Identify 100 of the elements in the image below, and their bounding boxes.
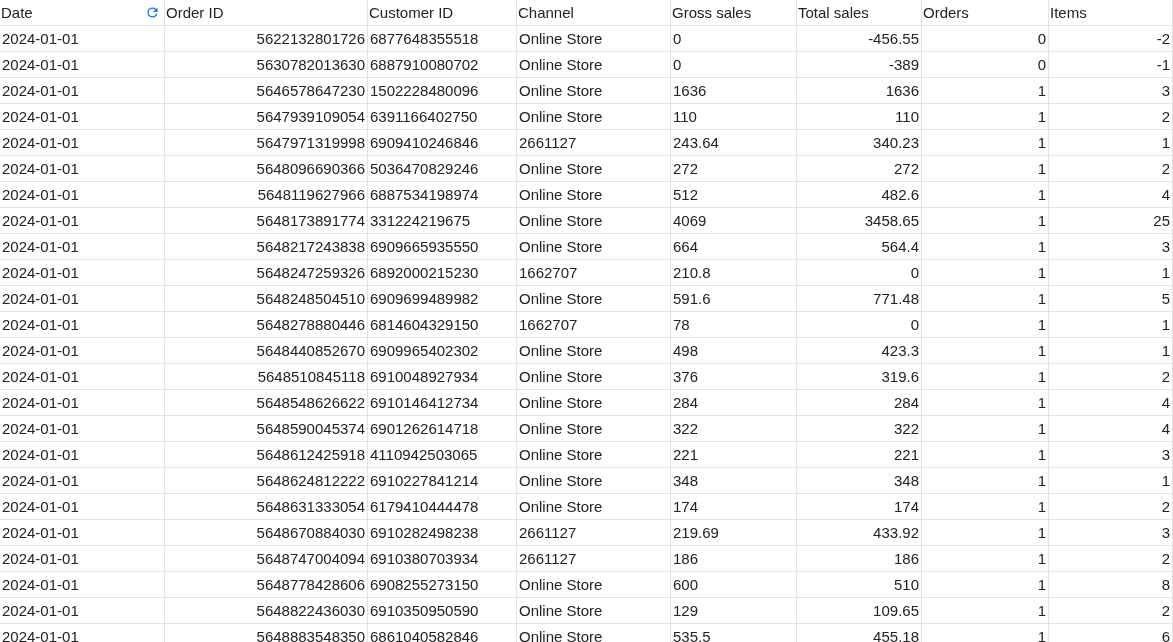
table-cell: Online Store <box>517 156 671 182</box>
table-cell: 564.4 <box>797 234 922 260</box>
table-cell: 6908255273150 <box>368 572 517 598</box>
table-cell: 5648883548350 <box>165 624 368 642</box>
table-cell: 2024-01-01 <box>0 598 165 624</box>
table-cell: 6909665935550 <box>368 234 517 260</box>
table-cell: -1 <box>1049 52 1173 78</box>
table-cell: 3458.65 <box>797 208 922 234</box>
table-cell: 5648096690366 <box>165 156 368 182</box>
table-cell: 1 <box>922 338 1049 364</box>
table-cell: 2661127 <box>517 130 671 156</box>
table-cell: 2 <box>1049 104 1173 130</box>
table-cell: 512 <box>671 182 797 208</box>
table-cell: 110 <box>671 104 797 130</box>
table-cell: 2024-01-01 <box>0 182 165 208</box>
table-cell: 78 <box>671 312 797 338</box>
table-cell: 2024-01-01 <box>0 156 165 182</box>
table-cell: Online Store <box>517 572 671 598</box>
table-cell: 6861040582846 <box>368 624 517 642</box>
table-cell: 6391166402750 <box>368 104 517 130</box>
table-cell: 6887534198974 <box>368 182 517 208</box>
table-cell: 6910146412734 <box>368 390 517 416</box>
table-cell: 4069 <box>671 208 797 234</box>
table-cell: 5648248504510 <box>165 286 368 312</box>
table-cell: 219.69 <box>671 520 797 546</box>
table-cell: 2024-01-01 <box>0 338 165 364</box>
table-cell: 5648510845118 <box>165 364 368 390</box>
table-cell: 5647939109054 <box>165 104 368 130</box>
table-cell: 535.5 <box>671 624 797 642</box>
table-cell: 1 <box>922 546 1049 572</box>
table-cell: 591.6 <box>671 286 797 312</box>
table-cell: 331224219675 <box>368 208 517 234</box>
table-cell: 5648440852670 <box>165 338 368 364</box>
table-cell: 1 <box>922 182 1049 208</box>
table-cell: 110 <box>797 104 922 130</box>
table-cell: 5648548626622 <box>165 390 368 416</box>
table-cell: 5648247259326 <box>165 260 368 286</box>
table-cell: 2024-01-01 <box>0 624 165 642</box>
table-cell: 0 <box>671 52 797 78</box>
table-cell: 1 <box>922 312 1049 338</box>
table-cell: 2024-01-01 <box>0 130 165 156</box>
table-cell: 8 <box>1049 572 1173 598</box>
table-cell: 1 <box>922 104 1049 130</box>
table-cell: 6901262614718 <box>368 416 517 442</box>
table-cell: 2024-01-01 <box>0 416 165 442</box>
table-cell: 5648631333054 <box>165 494 368 520</box>
table-cell: Online Store <box>517 390 671 416</box>
table-cell: 1662707 <box>517 260 671 286</box>
table-cell: Online Store <box>517 208 671 234</box>
table-cell: 5648217243838 <box>165 234 368 260</box>
table-cell: 2 <box>1049 546 1173 572</box>
table-cell: Online Store <box>517 338 671 364</box>
table-cell: 6909965402302 <box>368 338 517 364</box>
refresh-icon[interactable] <box>145 5 160 20</box>
table-cell: 186 <box>671 546 797 572</box>
column-header: Orders <box>923 4 969 21</box>
table-cell: 5648119627966 <box>165 182 368 208</box>
table-cell: -456.55 <box>797 26 922 52</box>
table-cell: Online Store <box>517 416 671 442</box>
table-cell: 210.8 <box>671 260 797 286</box>
table-cell: 5648612425918 <box>165 442 368 468</box>
table-cell: Online Store <box>517 494 671 520</box>
table-cell: 0 <box>922 26 1049 52</box>
table-cell: 2024-01-01 <box>0 572 165 598</box>
table-cell: 5646578647230 <box>165 78 368 104</box>
table-cell: -389 <box>797 52 922 78</box>
table-cell: 1 <box>922 130 1049 156</box>
table-cell: 348 <box>671 468 797 494</box>
table-cell: 1 <box>1049 130 1173 156</box>
table-cell: 510 <box>797 572 922 598</box>
table-cell: 6910227841214 <box>368 468 517 494</box>
table-cell: 319.6 <box>797 364 922 390</box>
table-cell: 0 <box>797 260 922 286</box>
table-cell: 221 <box>671 442 797 468</box>
table-cell: 6910350950590 <box>368 598 517 624</box>
table-cell: 1 <box>922 208 1049 234</box>
table-cell: 6909410246846 <box>368 130 517 156</box>
table-cell: 5630782013630 <box>165 52 368 78</box>
table-cell: 1 <box>922 442 1049 468</box>
table-cell: 1502228480096 <box>368 78 517 104</box>
table-cell: 423.3 <box>797 338 922 364</box>
table-cell: 2024-01-01 <box>0 312 165 338</box>
table-cell: 1636 <box>797 78 922 104</box>
table-cell: 186 <box>797 546 922 572</box>
table-cell: 284 <box>797 390 922 416</box>
table-cell: 6910380703934 <box>368 546 517 572</box>
table-cell: 6910048927934 <box>368 364 517 390</box>
column-header: Items <box>1050 4 1087 21</box>
table-cell: 1 <box>922 78 1049 104</box>
table-cell: 348 <box>797 468 922 494</box>
table-cell: 376 <box>671 364 797 390</box>
table-cell: 6 <box>1049 624 1173 642</box>
table-cell: Online Store <box>517 364 671 390</box>
table-cell: 272 <box>797 156 922 182</box>
table-cell: 2024-01-01 <box>0 442 165 468</box>
table-cell: 2024-01-01 <box>0 78 165 104</box>
table-cell: 5648778428606 <box>165 572 368 598</box>
table-cell: 433.92 <box>797 520 922 546</box>
table-cell: 6814604329150 <box>368 312 517 338</box>
table-cell: 174 <box>797 494 922 520</box>
